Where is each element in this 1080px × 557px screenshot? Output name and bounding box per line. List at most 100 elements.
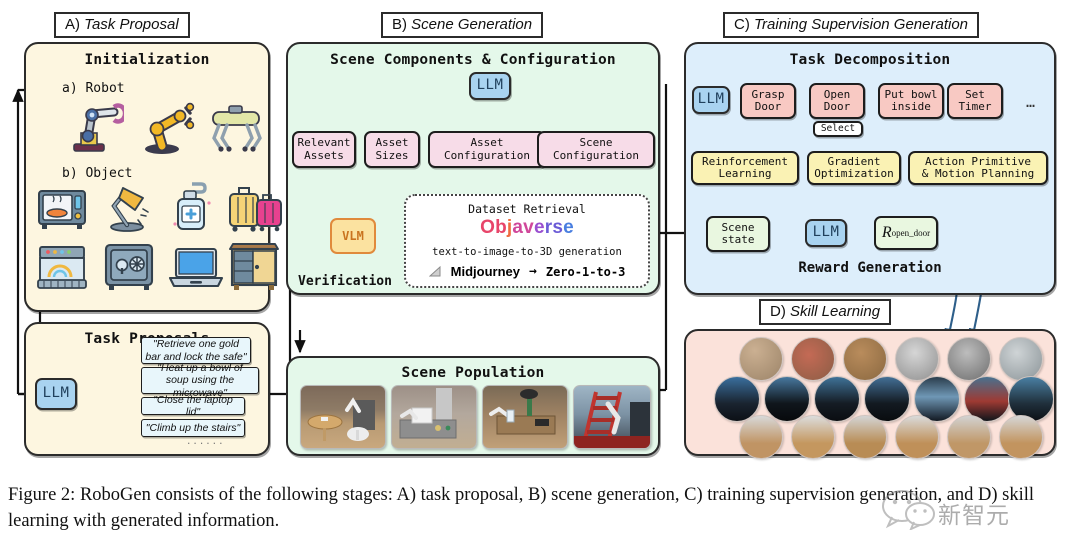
- scene-config-line2: Configuration: [552, 148, 640, 162]
- method2-line2: Optimization: [814, 167, 894, 180]
- reward-generation-title: Reward Generation: [798, 260, 942, 276]
- section-plate-d: D) Skill Learning: [759, 299, 892, 325]
- section-a-title: Task Proposal: [84, 16, 179, 33]
- method-action-primitive-motion-planning[interactable]: Action Primitive & Motion Planning: [908, 151, 1048, 185]
- verification-label: Verification: [298, 274, 392, 289]
- select-node[interactable]: Select: [813, 121, 863, 137]
- zero123-label: Zero-1-to-3: [545, 264, 626, 279]
- scene-thumb-3[interactable]: [482, 385, 568, 449]
- task-proposals-ellipsis: ......: [186, 437, 225, 447]
- dataset-retrieval-card: Dataset Retrieval Objaverse text-to-imag…: [404, 194, 650, 288]
- task-proposal-item-4[interactable]: "Climb up the stairs": [141, 419, 245, 437]
- section-plate-c: C) Training Supervision Generation: [723, 12, 980, 38]
- task-proposal-item-3[interactable]: "Close the laptop lid": [141, 394, 245, 418]
- skill-clip-3[interactable]: [843, 337, 887, 381]
- section-c-prefix: C): [734, 16, 750, 33]
- skill-clip-15[interactable]: [791, 415, 835, 459]
- llm-node-decomposition[interactable]: LLM: [692, 86, 730, 114]
- reward-subscript: open_door: [891, 227, 931, 238]
- task-proposal-item-2[interactable]: "Heat up a bowl of soup using the microw…: [141, 362, 259, 399]
- scene-state-node[interactable]: Scene state: [706, 216, 770, 252]
- skill-clip-14[interactable]: [739, 415, 783, 459]
- safe-icon: [104, 243, 154, 290]
- asset-sizes-line2: Sizes: [375, 148, 409, 162]
- skill-clip-18[interactable]: [947, 415, 991, 459]
- section-c-title: Training Supervision Generation: [754, 16, 969, 33]
- section-d-prefix: D): [770, 303, 786, 320]
- section-d-title: Skill Learning: [790, 303, 881, 320]
- skill-clip-17[interactable]: [895, 415, 939, 459]
- task-step-open-door[interactable]: Open Door: [809, 83, 865, 119]
- task-proposal-item-1[interactable]: "Retrieve one gold bar and lock the safe…: [141, 337, 251, 364]
- quadruped-robot-icon: [212, 105, 262, 152]
- reward-function-node[interactable]: Ropen_door: [874, 216, 938, 250]
- step2-line2: Door: [823, 100, 851, 113]
- skill-clip-9[interactable]: [814, 376, 860, 422]
- config-node-asset-sizes[interactable]: Asset Sizes: [364, 131, 420, 168]
- luggage-icon: [229, 187, 282, 232]
- generation-pipeline-row: Midjourney → Zero-1-to-3: [406, 264, 648, 279]
- object-label: b) Object: [62, 166, 133, 181]
- relevant-assets-line2: Assets: [304, 148, 344, 162]
- initialization-title: Initialization: [84, 52, 210, 68]
- dataset-subtitle: text-to-image-to-3D generation: [432, 246, 622, 258]
- robot-label: a) Robot: [62, 81, 125, 96]
- llm-node-scene[interactable]: LLM: [469, 72, 511, 100]
- task-step-put-bowl-inside[interactable]: Put bowl inside: [878, 83, 944, 119]
- step3-line2: inside: [891, 100, 931, 113]
- section-b-prefix: B): [392, 16, 407, 33]
- step1-line2: Door: [754, 100, 782, 113]
- asset-config-line2: Configuration: [443, 148, 531, 162]
- objaverse-brand[interactable]: Objaverse: [406, 217, 648, 239]
- desk-lamp-icon: [110, 187, 149, 232]
- skill-clip-6[interactable]: [999, 337, 1043, 381]
- section-plate-b: B) Scene Generation: [381, 12, 544, 38]
- method1-line2: Learning: [718, 167, 772, 180]
- llm-node-reward[interactable]: LLM: [805, 219, 847, 247]
- section-plate-a: A) Task Proposal: [54, 12, 190, 38]
- method3-line2: & Motion Planning: [921, 167, 1035, 180]
- asset-sizes-line1: Asset: [375, 136, 409, 150]
- method-reinforcement-learning[interactable]: Reinforcement Learning: [691, 151, 799, 185]
- relevant-assets-line1: Relevant: [297, 136, 351, 150]
- soap-dispenser-icon: [173, 182, 211, 230]
- skill-clip-1[interactable]: [739, 337, 783, 381]
- task-step-set-timer[interactable]: Set Timer: [947, 83, 1003, 119]
- asset-config-line1: Asset: [470, 136, 504, 150]
- skill-clip-19[interactable]: [999, 415, 1043, 459]
- skill-clip-2[interactable]: [791, 337, 835, 381]
- task-steps-ellipsis: …: [1026, 93, 1036, 111]
- skill-clip-5[interactable]: [947, 337, 991, 381]
- vlm-badge[interactable]: VLM: [330, 218, 376, 254]
- section-a-prefix: A): [65, 16, 80, 33]
- config-node-scene-configuration[interactable]: Scene Configuration: [537, 131, 655, 168]
- config-node-asset-configuration[interactable]: Asset Configuration: [428, 131, 546, 168]
- skill-clip-8[interactable]: [764, 376, 810, 422]
- laptop-icon: [168, 247, 224, 288]
- cabinet-icon: [229, 243, 279, 290]
- task-decomposition-title: Task Decomposition: [789, 52, 951, 68]
- scene-thumb-1[interactable]: [300, 385, 386, 449]
- figure-diagram: A) Task Proposal B) Scene Generation C) …: [0, 0, 1080, 470]
- skill-clip-4[interactable]: [895, 337, 939, 381]
- reward-symbol: R: [881, 224, 892, 242]
- scene-config-line1: Scene: [579, 136, 613, 150]
- dataset-retrieval-title: Dataset Retrieval: [468, 202, 586, 216]
- articulated-arm-robot-icon: [73, 103, 124, 152]
- skill-clip-16[interactable]: [843, 415, 887, 459]
- microwave-icon: [38, 190, 86, 229]
- skill-clip-7[interactable]: [714, 376, 760, 422]
- midjourney-sail-icon: [428, 265, 441, 277]
- scene-thumb-4[interactable]: [573, 385, 651, 449]
- section-b-title: Scene Generation: [411, 16, 533, 33]
- llm-node-task-proposal[interactable]: LLM: [35, 378, 77, 410]
- scene-population-title: Scene Population: [401, 365, 545, 381]
- dishwasher-icon: [37, 246, 87, 289]
- task-step-grasp-door[interactable]: Grasp Door: [740, 83, 796, 119]
- scene-components-title: Scene Components & Configuration: [330, 52, 616, 68]
- midjourney-label: Midjourney: [450, 264, 521, 279]
- config-node-relevant-assets[interactable]: Relevant Assets: [292, 131, 356, 168]
- scene-thumb-2[interactable]: [391, 385, 477, 449]
- method-gradient-optimization[interactable]: Gradient Optimization: [807, 151, 901, 185]
- pipeline-arrow: →: [529, 264, 537, 279]
